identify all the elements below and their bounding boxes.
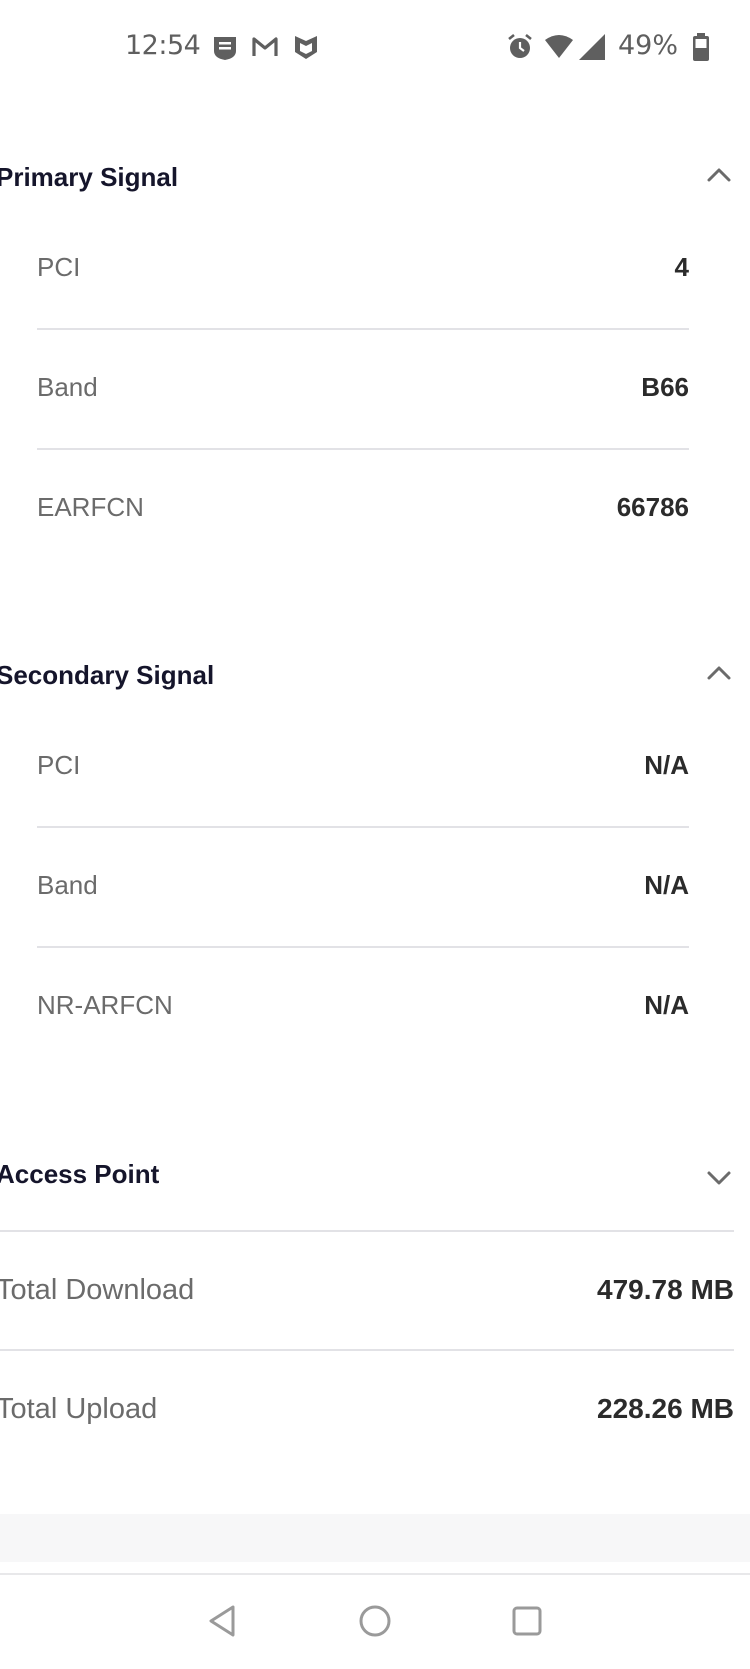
secondary-pci-row: PCI N/A: [37, 706, 689, 828]
primary-signal-title: Primary Signal: [0, 162, 179, 192]
row-value: N/A: [644, 750, 689, 780]
secondary-nr-arfcn-row: NR-ARFCN N/A: [37, 946, 689, 1066]
total-download-value: 479.78 MB: [597, 1274, 734, 1305]
status-bar: 12:54 49%: [0, 0, 750, 96]
row-value: B66: [641, 372, 689, 402]
row-label: Band: [37, 870, 98, 900]
row-label: PCI: [37, 750, 81, 780]
total-upload-label: Total Upload: [0, 1393, 158, 1425]
chevron-down-icon[interactable]: [702, 1161, 736, 1195]
navigation-bar: [0, 1573, 750, 1669]
row-label: PCI: [37, 252, 81, 282]
status-time: 12:54: [125, 30, 201, 61]
alarm-icon: [508, 33, 532, 58]
news-icon: [214, 37, 236, 60]
total-download-row: Total Download 479.78 MB: [0, 1232, 734, 1350]
row-label: NR-ARFCN: [37, 990, 173, 1020]
total-download-label: Total Download: [0, 1274, 195, 1306]
recents-icon[interactable]: [507, 1601, 547, 1641]
access-point-header[interactable]: Access Point: [0, 1145, 736, 1205]
row-value: 4: [674, 252, 689, 282]
chevron-up-icon[interactable]: [702, 158, 736, 192]
primary-earfcn-row: EARFCN 66786: [37, 448, 689, 568]
chevron-up-icon[interactable]: [702, 656, 736, 690]
primary-signal-header[interactable]: Primary Signal: [0, 148, 736, 208]
mcafee-icon: [295, 36, 317, 59]
secondary-band-row: Band N/A: [37, 826, 689, 948]
total-upload-row: Total Upload 228.26 MB: [0, 1351, 734, 1469]
access-point-title: Access Point: [0, 1159, 160, 1189]
cell-signal-icon: [579, 34, 605, 60]
secondary-signal-header[interactable]: Secondary Signal: [0, 646, 736, 706]
secondary-signal-title: Secondary Signal: [0, 660, 215, 690]
total-upload-value: 228.26 MB: [597, 1393, 734, 1424]
row-value: 66786: [616, 492, 689, 522]
row-label: Band: [37, 372, 98, 402]
row-label: EARFCN: [37, 492, 144, 522]
footer-band: [0, 1514, 750, 1562]
battery-icon: [693, 33, 709, 61]
back-icon[interactable]: [203, 1601, 243, 1641]
row-value: N/A: [644, 870, 689, 900]
wifi-icon: [545, 35, 573, 58]
primary-band-row: Band B66: [37, 328, 689, 450]
row-value: N/A: [644, 990, 689, 1020]
home-icon[interactable]: [355, 1601, 395, 1641]
primary-pci-row: PCI 4: [37, 208, 689, 330]
battery-percent: 49%: [618, 30, 679, 61]
gmail-icon: [252, 37, 278, 56]
